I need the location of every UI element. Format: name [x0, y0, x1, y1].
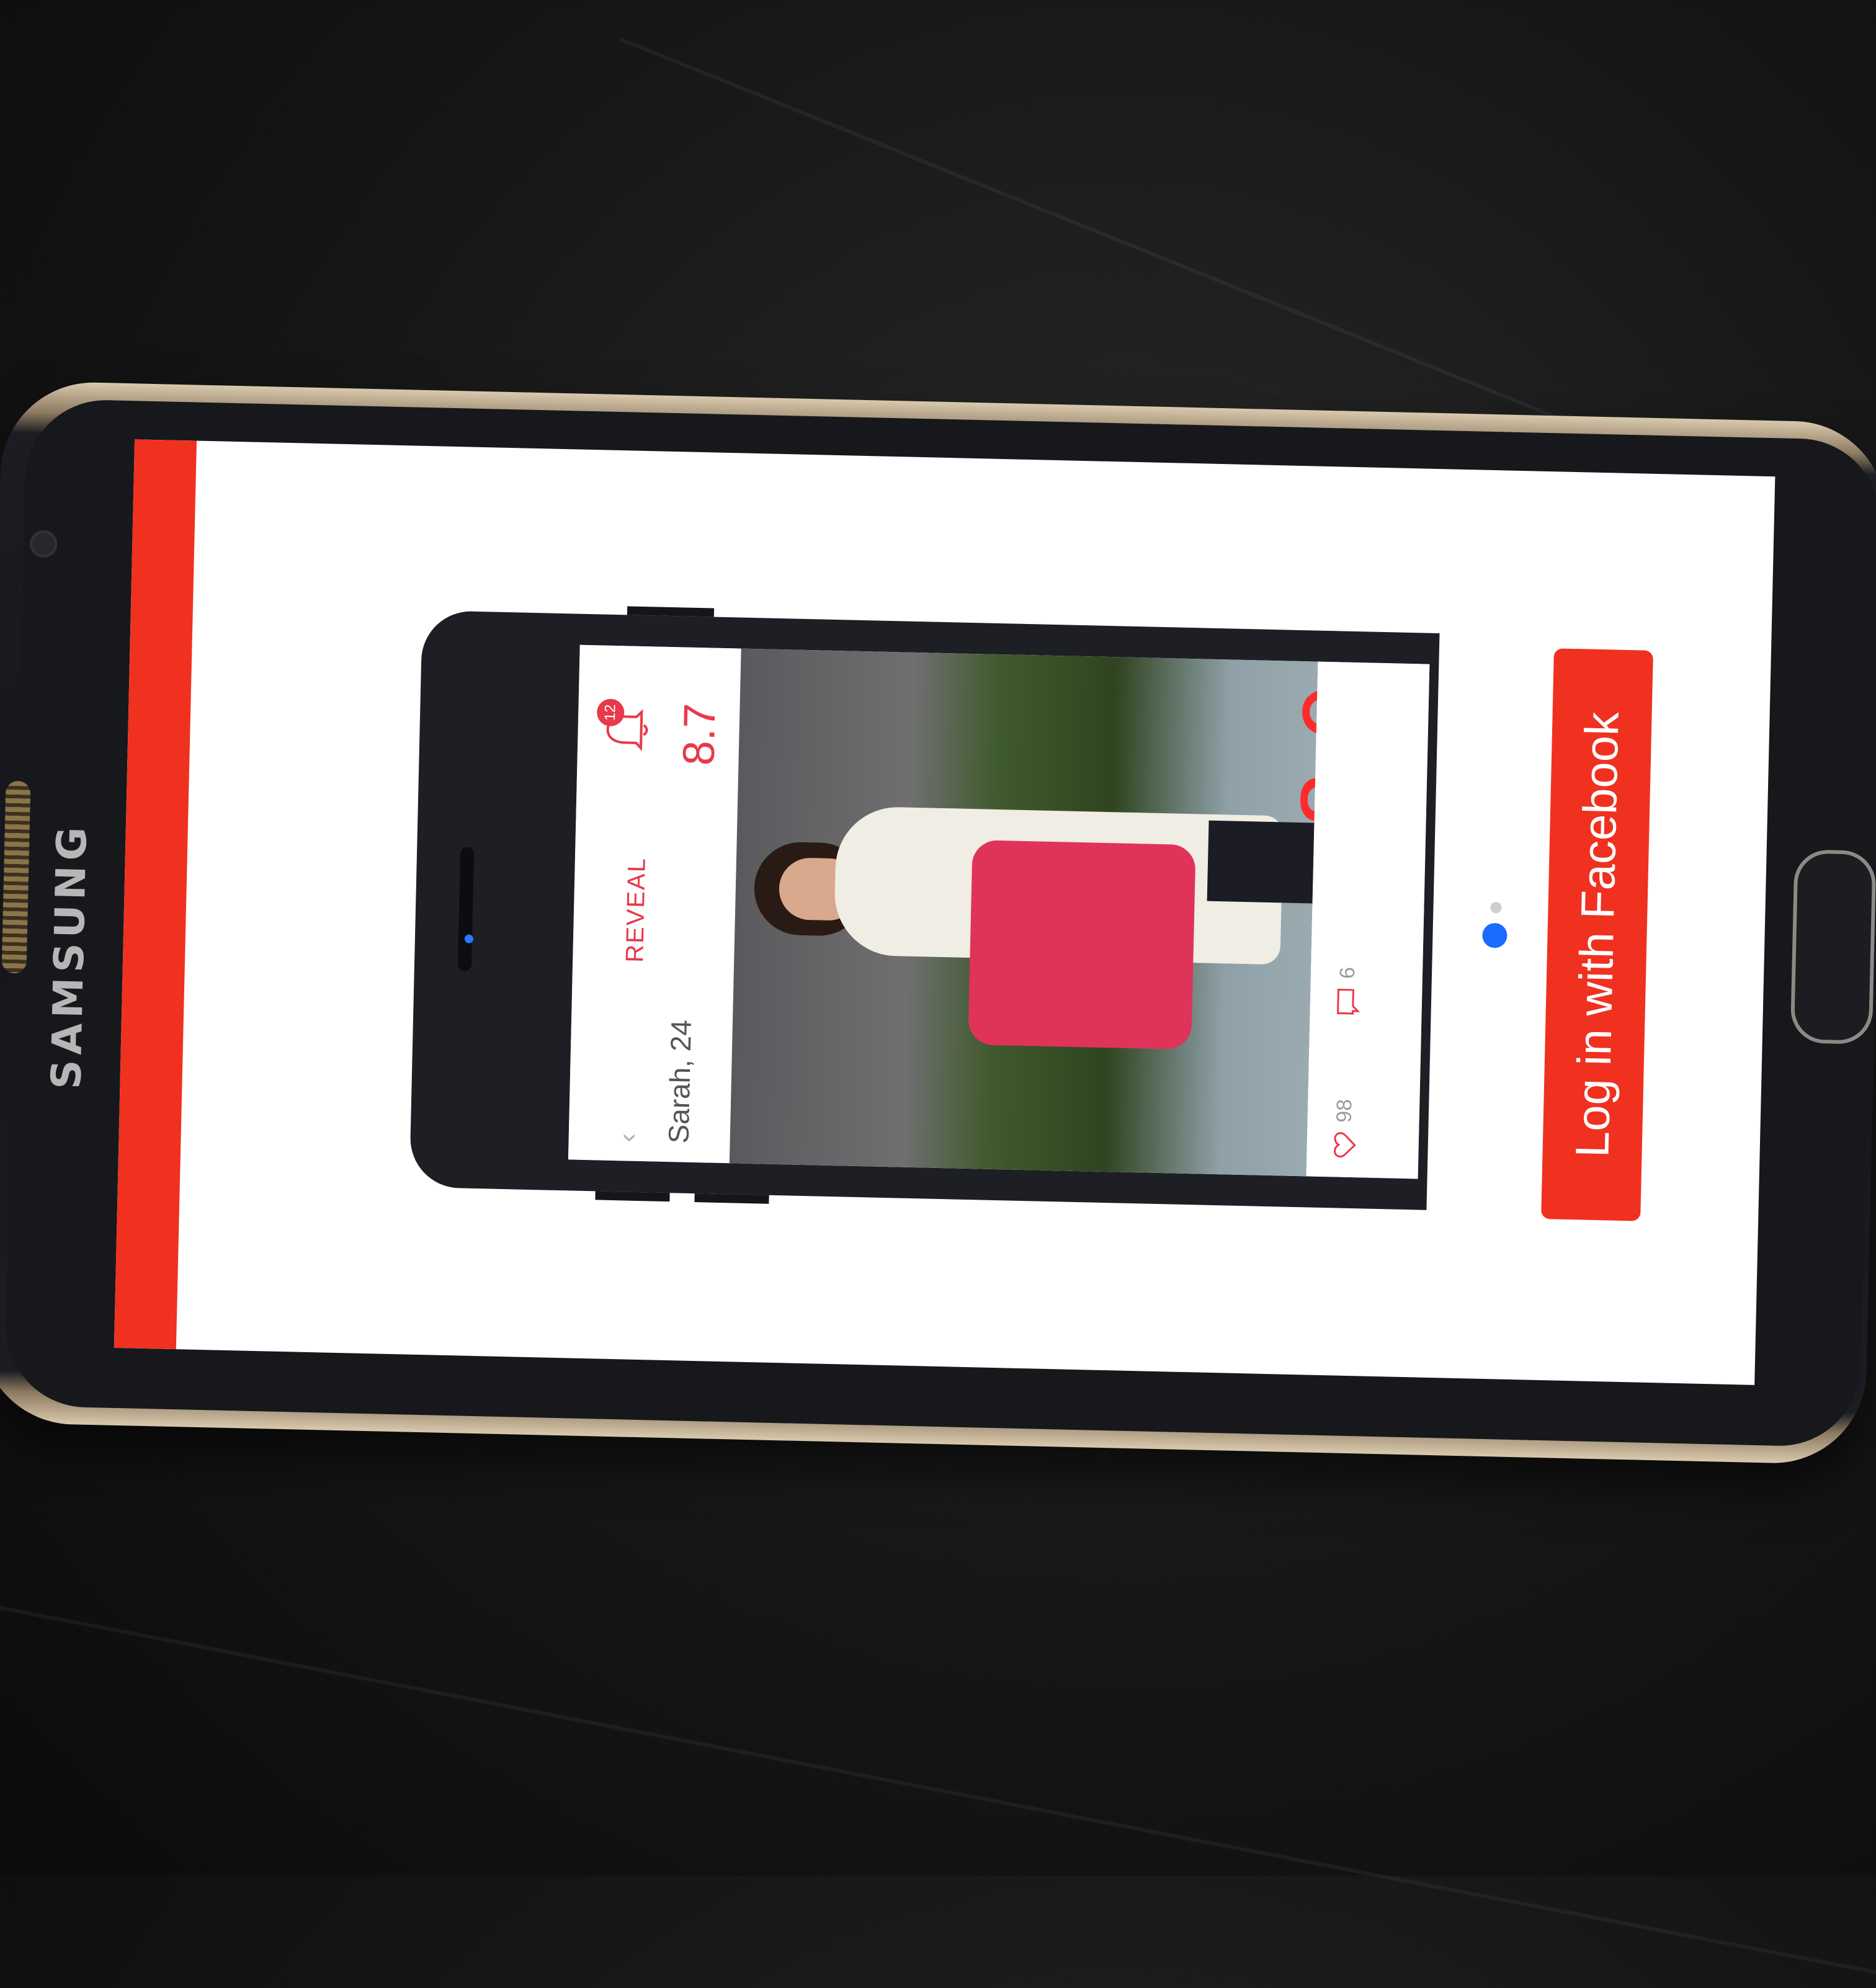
samsung-phone: SAMSUNG ‹ Sarah, 24 REVEAL 12 8.7 8.9 98… — [0, 380, 1876, 1465]
profile-header: ‹ Sarah, 24 REVEAL 12 8.7 — [568, 644, 741, 1164]
chevron-left-icon: ‹ — [612, 1133, 643, 1143]
likes-value: 98 — [1332, 1099, 1357, 1123]
rating-small: 8.7 — [674, 703, 725, 766]
photo-person-legs — [1207, 820, 1318, 904]
onboarding-screen: ‹ Sarah, 24 REVEAL 12 8.7 8.9 98 6 Log i… — [114, 439, 1776, 1385]
mock-power-button — [627, 606, 715, 617]
page-indicator — [1482, 892, 1508, 948]
rating-large: 8.9 — [1283, 680, 1318, 831]
page-dot[interactable] — [1490, 902, 1502, 914]
mock-volume-button — [694, 1193, 769, 1204]
app-preview-screen: ‹ Sarah, 24 REVEAL 12 8.7 8.9 98 6 — [568, 644, 1430, 1179]
mock-volume-button — [595, 1191, 670, 1202]
reveal-link: REVEAL — [621, 857, 651, 963]
mock-earpiece — [457, 847, 475, 971]
app-preview-phone: ‹ Sarah, 24 REVEAL 12 8.7 8.9 98 6 — [409, 606, 1440, 1210]
profile-footer: 98 6 — [1306, 661, 1430, 1179]
heart-icon — [1334, 1132, 1356, 1157]
phone-screen: ‹ Sarah, 24 REVEAL 12 8.7 8.9 98 6 Log i… — [114, 439, 1776, 1385]
comments-count: 6 — [1334, 966, 1361, 1016]
page-dot-active[interactable] — [1482, 922, 1508, 948]
mock-camera-dot — [464, 934, 474, 943]
comment-icon — [1337, 988, 1360, 1015]
profile-photo: 8.9 — [729, 648, 1318, 1177]
surface-seam-bottom — [0, 1582, 1876, 1988]
profile-name-age: Sarah, 24 — [662, 1019, 698, 1144]
photo-person-bag — [968, 840, 1196, 1050]
facebook-login-button[interactable]: Log in with Facebook — [1541, 648, 1653, 1221]
brand-logo: SAMSUNG — [42, 821, 97, 1090]
likes-count: 98 — [1331, 1099, 1358, 1159]
home-button[interactable] — [1790, 849, 1876, 1045]
comments-value: 6 — [1335, 966, 1360, 979]
earpiece-speaker — [1, 780, 31, 974]
